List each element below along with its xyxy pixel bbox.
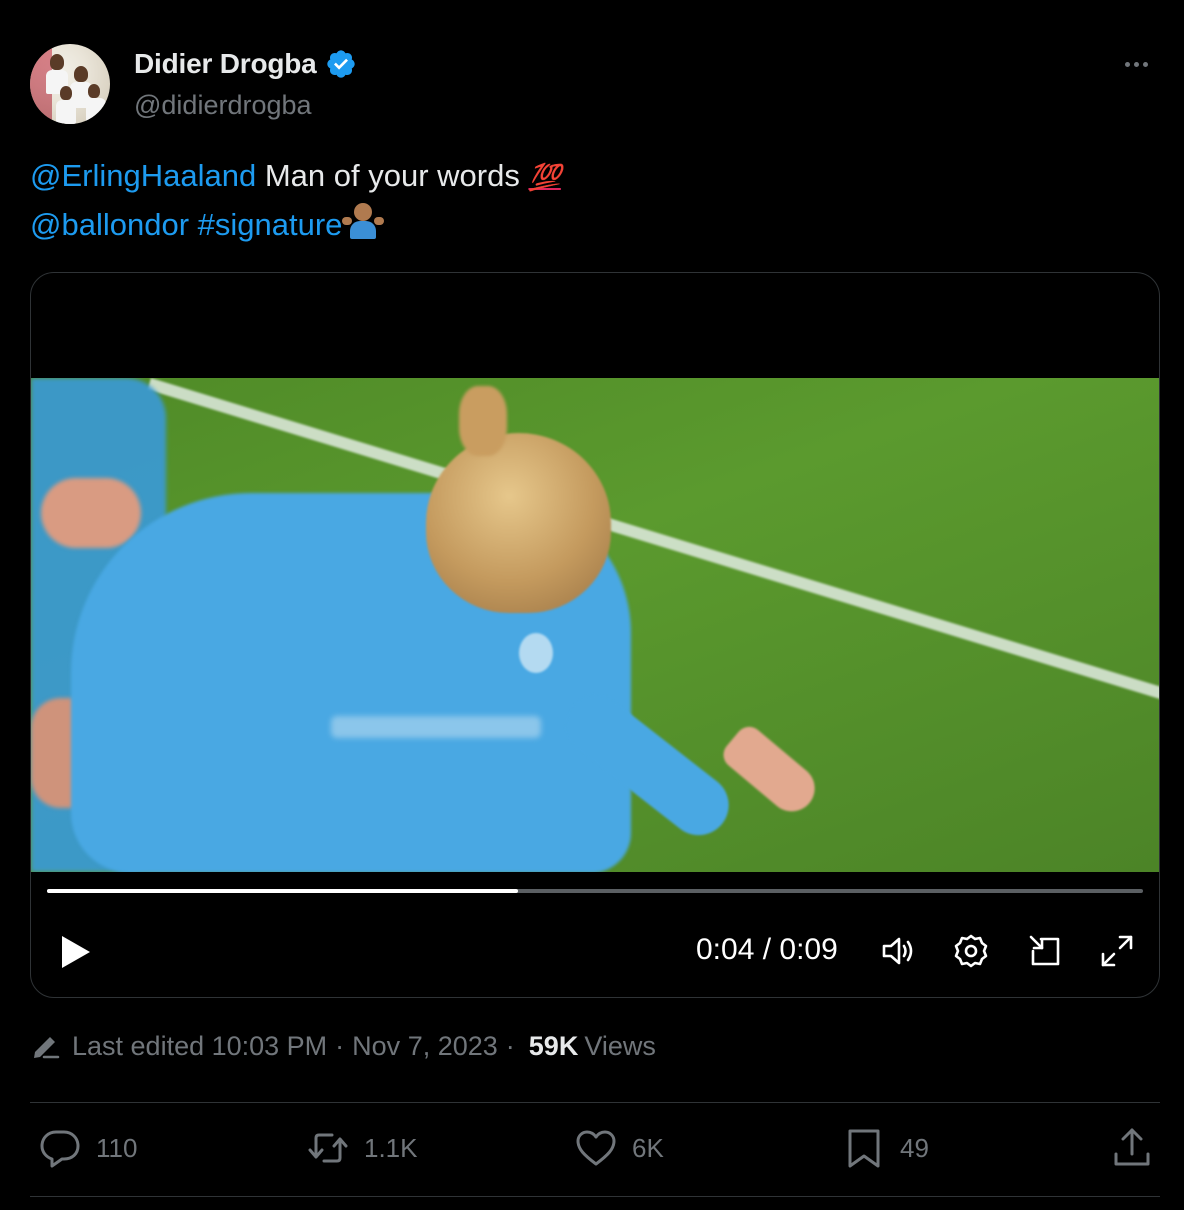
pencil-icon xyxy=(34,1037,60,1059)
hashtag-link[interactable]: #signature xyxy=(198,207,343,242)
fullscreen-icon[interactable] xyxy=(1097,931,1137,971)
edited-label[interactable]: Last edited 10:03 PM xyxy=(72,1031,327,1062)
divider xyxy=(30,1102,1160,1103)
tweet-date[interactable]: Nov 7, 2023 xyxy=(352,1031,498,1062)
tweet-header: Didier Drogba @didierdrogba xyxy=(30,44,1160,126)
bookmark-icon xyxy=(848,1129,880,1168)
like-icon xyxy=(576,1130,616,1166)
hundred-emoji: 💯 xyxy=(528,162,561,192)
share-icon xyxy=(1114,1128,1150,1166)
video-player[interactable]: 0:04 / 0:09 xyxy=(30,272,1160,998)
tweet-body-text: Man of your words xyxy=(264,158,520,193)
tweet-text: @ErlingHaaland Man of your words 💯 @ball… xyxy=(30,152,561,249)
tweet-meta: Last edited 10:03 PM · Nov 7, 2023 · 59K… xyxy=(30,1030,656,1062)
pip-icon[interactable] xyxy=(1025,931,1065,971)
video-progress-bar[interactable] xyxy=(47,889,1143,893)
views-label: Views xyxy=(584,1030,656,1061)
reply-icon xyxy=(40,1130,80,1168)
reply-button[interactable]: 110 xyxy=(38,1126,137,1170)
shrug-emoji xyxy=(342,203,385,241)
play-icon[interactable] xyxy=(59,933,93,971)
bookmark-count: 49 xyxy=(900,1132,929,1163)
divider xyxy=(30,1196,1160,1197)
video-frame[interactable] xyxy=(31,378,1159,872)
like-count: 6K xyxy=(632,1132,664,1163)
share-button[interactable] xyxy=(1110,1126,1154,1170)
volume-icon[interactable] xyxy=(879,931,919,971)
mention-link[interactable]: @ballondor xyxy=(30,207,189,242)
separator: · xyxy=(505,1030,515,1061)
settings-icon[interactable] xyxy=(951,931,991,971)
action-bar: 110 1.1K 6K 49 xyxy=(30,1126,1160,1178)
mention-link[interactable]: @ErlingHaaland xyxy=(30,158,256,193)
video-progress-fill xyxy=(47,889,519,893)
separator: · xyxy=(335,1030,345,1061)
like-button[interactable]: 6K xyxy=(574,1126,664,1170)
views-count: 59K xyxy=(528,1030,579,1061)
repost-count: 1.1K xyxy=(364,1132,418,1163)
avatar[interactable] xyxy=(30,44,110,124)
repost-icon xyxy=(308,1133,348,1163)
bookmark-button[interactable]: 49 xyxy=(842,1126,929,1170)
repost-button[interactable]: 1.1K xyxy=(306,1126,418,1170)
reply-count: 110 xyxy=(96,1132,138,1163)
display-name[interactable]: Didier Drogba xyxy=(134,48,317,80)
video-time: 0:04 / 0:09 xyxy=(696,933,838,966)
handle[interactable]: @didierdrogba xyxy=(134,90,312,121)
verified-icon xyxy=(326,50,355,78)
more-icon[interactable] xyxy=(1116,50,1156,78)
